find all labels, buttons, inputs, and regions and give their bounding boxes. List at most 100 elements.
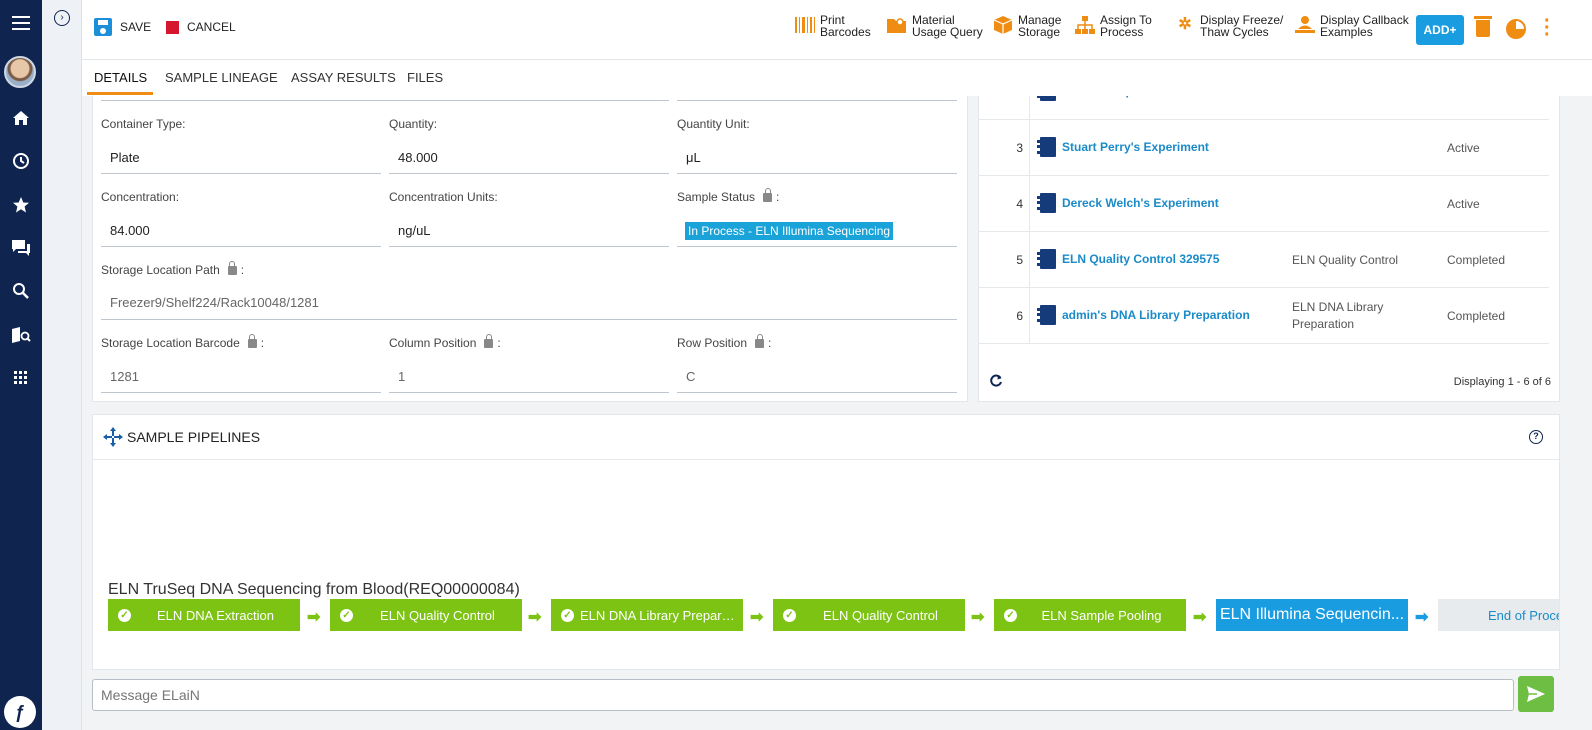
lock-icon	[484, 333, 494, 348]
box-icon	[992, 14, 1014, 36]
row-divider	[1029, 120, 1030, 176]
pipeline-stage[interactable]: ✓ ELN DNA Extraction	[108, 599, 300, 631]
section-title: SAMPLE PIPELINES	[127, 429, 261, 445]
field-underline	[101, 173, 381, 174]
folder-search-icon	[886, 14, 908, 36]
active-tab-indicator	[87, 92, 153, 95]
star-icon[interactable]	[0, 190, 42, 220]
quantity-unit-field[interactable]: μL	[686, 150, 701, 165]
concentration-units-label: Concentration Units:	[389, 190, 498, 204]
check-icon: ✓	[561, 608, 574, 622]
pie-chart-icon[interactable]	[1506, 19, 1526, 39]
table-row[interactable]: 3 Stuart Perry's Experiment Active	[979, 120, 1549, 176]
tab-files[interactable]: FILES	[407, 70, 443, 85]
arrow-right-icon: ➡	[1193, 609, 1207, 626]
concentration-units-field[interactable]: ng/uL	[398, 223, 431, 238]
barcode-icon	[794, 14, 816, 36]
assign-to-process-button[interactable]: Assign To Process	[1074, 14, 1162, 38]
quantity-field[interactable]: 48.000	[398, 150, 438, 165]
field-underline	[677, 173, 957, 174]
arrow-right-icon: ➡	[307, 609, 321, 626]
help-icon[interactable]: ?	[1529, 430, 1543, 444]
experiment-link[interactable]: ELN Quality Control 329575	[1062, 252, 1219, 266]
apps-grid-icon[interactable]	[0, 363, 42, 393]
storage-barcode-label: Storage Location Barcode:	[101, 333, 265, 350]
table-row[interactable]: 5 ELN Quality Control 329575 ELN Quality…	[979, 232, 1549, 288]
chat-icon[interactable]	[0, 233, 42, 263]
expand-panel-icon[interactable]: ›	[54, 10, 70, 26]
material-usage-query-button[interactable]: Material Usage Query	[886, 14, 984, 38]
notebook-icon	[1037, 249, 1056, 269]
send-button[interactable]	[1518, 676, 1554, 712]
cancel-icon	[166, 20, 179, 34]
home-icon[interactable]	[0, 103, 42, 133]
field-underline	[389, 392, 669, 393]
request-title: ELN TruSeq DNA Sequencing from Blood(REQ…	[108, 581, 520, 598]
container-type-label: Container Type:	[101, 117, 186, 131]
experiment-link[interactable]: Dereck Welch's Experiment	[1062, 196, 1219, 210]
concentration-field[interactable]: 84.000	[110, 223, 150, 238]
add-button[interactable]: ADD+	[1416, 15, 1464, 45]
sample-status-label: Sample Status:	[677, 187, 780, 204]
lock-icon	[227, 260, 237, 275]
check-icon: ✓	[783, 608, 796, 622]
hierarchy-icon	[1074, 14, 1096, 36]
row-divider	[1029, 176, 1030, 232]
storage-barcode-field: 1281	[110, 369, 139, 384]
display-freeze-thaw-button[interactable]: ✲ Display Freeze/ Thaw Cycles	[1174, 14, 1284, 38]
field-underline	[677, 100, 957, 101]
secondary-rail: ›	[42, 0, 82, 730]
row-divider	[1029, 288, 1030, 344]
arrow-right-icon: ➡	[971, 609, 985, 626]
search-icon[interactable]	[0, 276, 42, 306]
tab-sample-lineage[interactable]: SAMPLE LINEAGE	[165, 70, 278, 85]
hamburger-menu-icon[interactable]	[0, 8, 42, 38]
manage-storage-button[interactable]: Manage Storage	[992, 14, 1064, 38]
pipeline-stage[interactable]: ✓ ELN Quality Control	[773, 599, 965, 631]
field-underline	[677, 392, 957, 393]
message-bar	[82, 670, 1592, 730]
tab-details[interactable]: DETAILS	[94, 70, 147, 85]
left-nav-rail: ƒ	[0, 0, 42, 730]
message-input[interactable]	[92, 679, 1514, 711]
pipeline-stage-current[interactable]: ELN Illumina Sequencin...	[1216, 599, 1408, 631]
column-position-field: 1	[398, 369, 406, 384]
move-arrows-icon	[103, 427, 123, 447]
pipeline-stage[interactable]: ✓ ELN DNA Library Preparat...	[551, 599, 743, 631]
person-desk-icon	[1294, 14, 1316, 36]
snowflake-sun-icon: ✲	[1178, 16, 1192, 33]
pipeline-stage[interactable]: ✓ ELN Quality Control	[330, 599, 522, 631]
field-underline	[389, 246, 669, 247]
row-position-label: Row Position:	[677, 333, 772, 350]
table-row[interactable]: 4 Dereck Welch's Experiment Active	[979, 176, 1549, 232]
sample-pipelines-panel: SAMPLE PIPELINES ? ELN TruSeq DNA Sequen…	[92, 414, 1560, 670]
experiment-link[interactable]: admin's DNA Library Preparation	[1062, 308, 1250, 322]
book-search-icon[interactable]	[0, 320, 42, 350]
pagination-summary: Displaying 1 - 6 of 6	[1453, 376, 1551, 388]
table-row[interactable]: 6 admin's DNA Library Preparation ELN DN…	[979, 288, 1549, 344]
delete-icon[interactable]	[1474, 16, 1492, 37]
send-icon	[1527, 686, 1545, 702]
notebook-icon	[1037, 305, 1056, 325]
save-icon	[94, 18, 112, 36]
display-callback-examples-button[interactable]: Display Callback Examples	[1294, 14, 1414, 38]
user-avatar[interactable]	[4, 56, 36, 88]
save-button[interactable]: SAVE	[94, 18, 151, 36]
print-barcodes-button[interactable]: Print Barcodes	[794, 14, 872, 38]
experiment-link[interactable]: Stuart Perry's Experiment	[1062, 140, 1209, 154]
row-divider	[1029, 232, 1030, 288]
more-options-icon[interactable]: · · ·	[1544, 11, 1551, 45]
refresh-icon[interactable]	[989, 374, 1003, 391]
tab-assay-results[interactable]: ASSAY RESULTS	[291, 70, 396, 85]
pipeline-stage-end[interactable]: End of Proce	[1438, 599, 1559, 631]
container-type-field[interactable]: Plate	[110, 150, 140, 165]
history-icon[interactable]	[0, 146, 42, 176]
quantity-unit-label: Quantity Unit:	[677, 117, 750, 131]
pipeline-stage[interactable]: ✓ ELN Sample Pooling	[994, 599, 1186, 631]
app-logo: ƒ	[4, 696, 36, 728]
cancel-button[interactable]: CANCEL	[166, 20, 236, 34]
section-divider	[93, 459, 1559, 460]
sample-status-badge: In Process - ELN Illumina Sequencing	[685, 222, 894, 240]
storage-path-label: Storage Location Path:	[101, 260, 245, 277]
notebook-icon	[1037, 193, 1056, 213]
